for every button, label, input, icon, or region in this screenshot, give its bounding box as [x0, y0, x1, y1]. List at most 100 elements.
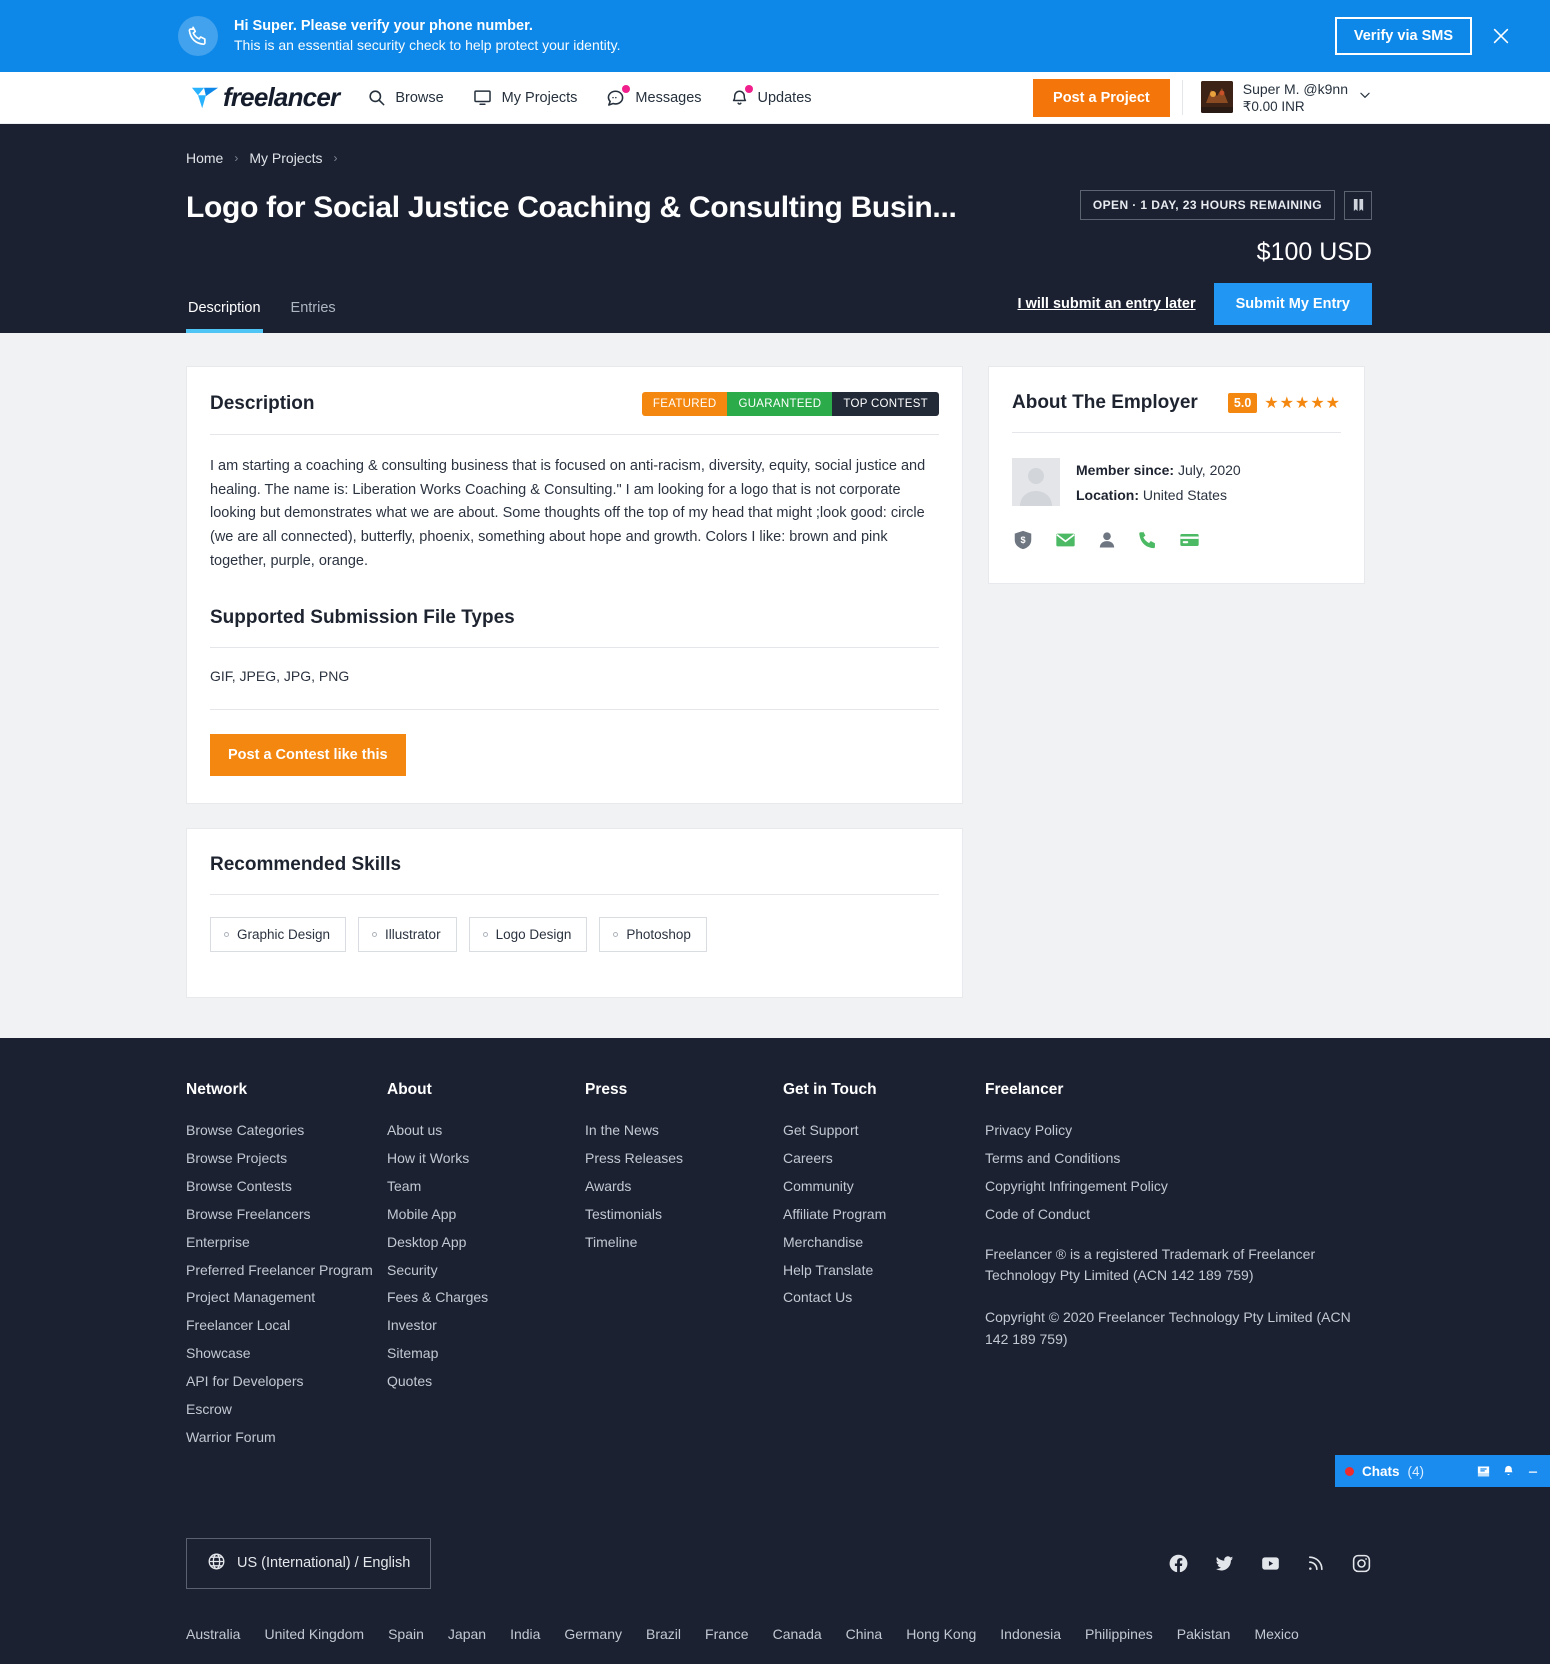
breadcrumb-my-projects[interactable]: My Projects — [249, 150, 322, 166]
facebook-icon[interactable] — [1168, 1553, 1189, 1574]
footer-link[interactable]: Help Translate — [783, 1261, 985, 1280]
footer-link[interactable]: Quotes — [387, 1372, 585, 1391]
footer-link[interactable]: Merchandise — [783, 1233, 985, 1252]
footer-link[interactable]: Security — [387, 1261, 585, 1280]
footer-link[interactable]: Preferred Freelancer Program — [186, 1261, 387, 1280]
footer-link[interactable]: Press Releases — [585, 1149, 783, 1168]
country-link[interactable]: Australia — [186, 1626, 240, 1642]
post-contest-like-this-button[interactable]: Post a Contest like this — [210, 734, 406, 777]
youtube-icon[interactable] — [1260, 1553, 1281, 1574]
nav-item-my-projects[interactable]: My Projects — [472, 84, 577, 111]
footer-link[interactable]: Privacy Policy — [985, 1121, 1365, 1140]
footer-link[interactable]: Browse Freelancers — [186, 1205, 387, 1224]
country-link[interactable]: Philippines — [1085, 1626, 1153, 1642]
member-since-label: Member since: — [1076, 462, 1175, 478]
nav-item-browse[interactable]: Browse — [367, 84, 444, 111]
footer-link[interactable]: Copyright Infringement Policy — [985, 1177, 1365, 1196]
footer-link[interactable]: Awards — [585, 1177, 783, 1196]
footer-link[interactable]: Freelancer Local — [186, 1316, 387, 1335]
chat-icon — [605, 84, 631, 108]
country-link[interactable]: Hong Kong — [906, 1626, 976, 1642]
tab-entries[interactable]: Entries — [289, 290, 338, 333]
skill-tag[interactable]: Photoshop — [599, 917, 707, 953]
user-menu[interactable]: Super M. @k9nn ₹0.00 INR — [1181, 79, 1372, 116]
country-link[interactable]: United Kingdom — [264, 1626, 364, 1642]
footer-link[interactable]: Showcase — [186, 1344, 387, 1363]
footer-link[interactable]: Terms and Conditions — [985, 1149, 1365, 1168]
footer-link[interactable]: About us — [387, 1121, 585, 1140]
footer-link[interactable]: Sitemap — [387, 1344, 585, 1363]
country-link[interactable]: Indonesia — [1000, 1626, 1061, 1642]
close-icon[interactable] — [1490, 25, 1512, 47]
footer-link[interactable]: Timeline — [585, 1233, 783, 1252]
verify-via-sms-button[interactable]: Verify via SMS — [1334, 17, 1472, 55]
minimize-icon[interactable] — [1526, 1464, 1540, 1478]
country-link[interactable]: China — [846, 1626, 883, 1642]
footer-link[interactable]: Contact Us — [783, 1288, 985, 1307]
country-link[interactable]: Brazil — [646, 1626, 681, 1642]
country-link[interactable]: Spain — [388, 1626, 424, 1642]
footer-link[interactable]: Browse Projects — [186, 1149, 387, 1168]
skill-tag[interactable]: Graphic Design — [210, 917, 347, 953]
country-link[interactable]: India — [510, 1626, 540, 1642]
country-link[interactable]: Canada — [773, 1626, 822, 1642]
footer-link[interactable]: Mobile App — [387, 1205, 585, 1224]
footer-link[interactable]: How it Works — [387, 1149, 585, 1168]
user-balance: ₹0.00 INR — [1242, 98, 1305, 114]
tab-description[interactable]: Description — [186, 290, 263, 333]
inbox-icon[interactable] — [1476, 1464, 1491, 1479]
logo-bird-icon — [191, 87, 219, 108]
instagram-icon[interactable] — [1351, 1553, 1372, 1574]
footer-link[interactable]: Enterprise — [186, 1233, 387, 1252]
footer-link[interactable]: Project Management — [186, 1288, 387, 1307]
footer-link[interactable]: API for Developers — [186, 1372, 387, 1391]
footer-link[interactable]: Browse Categories — [186, 1121, 387, 1140]
footer-link[interactable]: Testimonials — [585, 1205, 783, 1224]
bookmark-icon[interactable] — [1344, 190, 1372, 220]
footer-link[interactable]: Escrow — [186, 1400, 387, 1419]
language-selector[interactable]: US (International) / English — [186, 1537, 432, 1589]
twitter-icon[interactable] — [1214, 1553, 1235, 1574]
country-link[interactable]: Pakistan — [1177, 1626, 1231, 1642]
country-link[interactable]: Mexico — [1254, 1626, 1298, 1642]
footer-link[interactable]: Affiliate Program — [783, 1205, 985, 1224]
rss-icon[interactable] — [1306, 1553, 1326, 1573]
post-a-project-button[interactable]: Post a Project — [1033, 78, 1170, 117]
divider — [1012, 432, 1341, 433]
phone-icon — [178, 16, 218, 56]
footer-link[interactable]: Team — [387, 1177, 585, 1196]
submit-my-entry-button[interactable]: Submit My Entry — [1213, 283, 1372, 325]
chat-bar[interactable]: Chats (4) — [1335, 1455, 1550, 1487]
divider — [210, 434, 939, 435]
footer-link[interactable]: Code of Conduct — [985, 1205, 1365, 1224]
nav-item-messages[interactable]: Messages — [605, 84, 702, 112]
footer-link[interactable]: Investor — [387, 1316, 585, 1335]
country-link[interactable]: Japan — [448, 1626, 486, 1642]
svg-text:$: $ — [1020, 535, 1025, 545]
submit-entry-later-link[interactable]: I will submit an entry later — [1018, 296, 1196, 312]
footer-heading: Press — [585, 1081, 628, 1099]
nav-item-updates[interactable]: Updates — [730, 84, 812, 112]
footer-link[interactable]: Warrior Forum — [186, 1428, 387, 1447]
footer-link[interactable]: Get Support — [783, 1121, 985, 1140]
bullet-icon — [482, 932, 488, 938]
footer-link[interactable]: Fees & Charges — [387, 1288, 585, 1307]
nav-label-updates: Updates — [757, 89, 812, 106]
location-value: United States — [1142, 486, 1227, 503]
bell-icon[interactable] — [1502, 1464, 1515, 1478]
country-link[interactable]: Germany — [564, 1626, 622, 1642]
skill-tag[interactable]: Illustrator — [358, 917, 457, 953]
project-header: Home › My Projects › Logo for Social Jus… — [0, 124, 1550, 333]
freelancer-logo[interactable]: freelancer — [190, 82, 340, 113]
footer-link[interactable]: Browse Contests — [186, 1177, 387, 1196]
country-links: Australia United Kingdom Spain Japan Ind… — [186, 1626, 1372, 1664]
footer-link[interactable]: Community — [783, 1177, 985, 1196]
breadcrumb-home[interactable]: Home — [186, 150, 223, 166]
skill-tag[interactable]: Logo Design — [468, 917, 588, 953]
footer-link[interactable]: In the News — [585, 1121, 783, 1140]
footer-link[interactable]: Desktop App — [387, 1233, 585, 1252]
skill-label: Graphic Design — [237, 927, 331, 943]
description-body: I am starting a coaching & consulting bu… — [210, 458, 926, 569]
footer-link[interactable]: Careers — [783, 1149, 985, 1168]
country-link[interactable]: France — [705, 1626, 749, 1642]
